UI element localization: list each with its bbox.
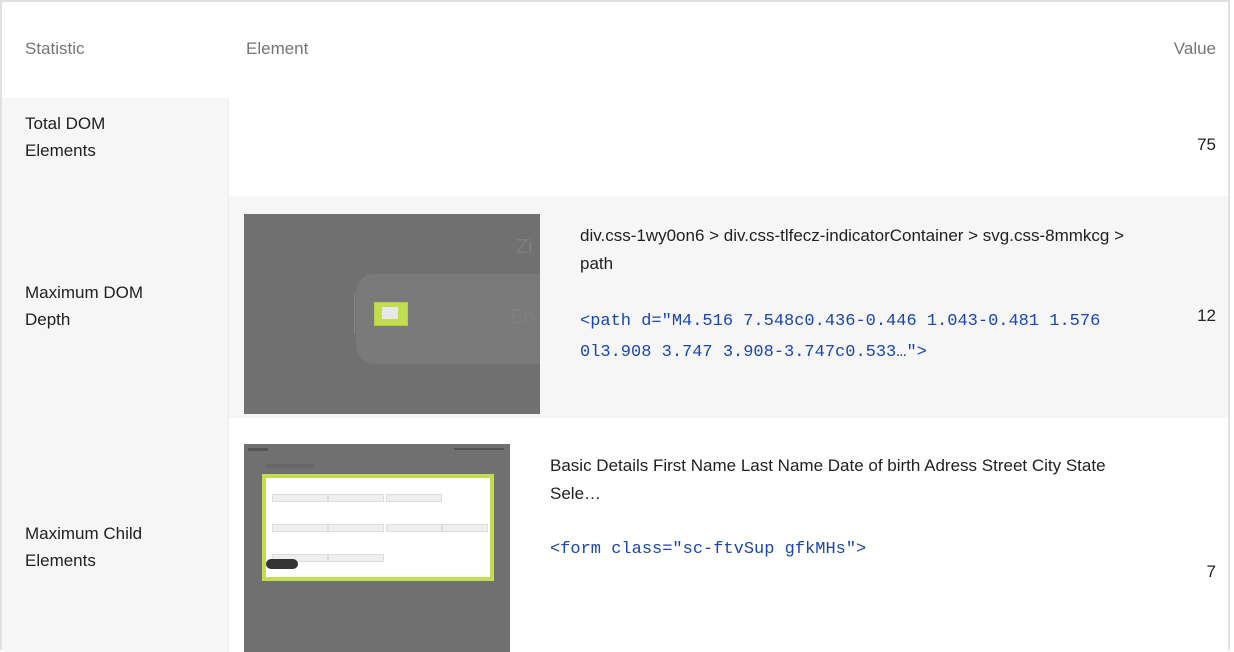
header-element: Element [246, 39, 309, 58]
element-snippet: <form class="sc-ftvSup gfkMHs"> [550, 540, 867, 559]
header-value: Value [1173, 39, 1216, 58]
statistic-value: 12 [1197, 306, 1216, 325]
thumbnail-text: Zi [516, 236, 533, 258]
statistic-label: Maximum Child Elements [25, 524, 143, 570]
statistic-value: 7 [1206, 562, 1216, 581]
statistic-label: Total DOM Elements [25, 114, 106, 160]
table-row-maximum-dom-depth: Maximum DOM Depth Zi En div.css-1wy0on6 … [2, 196, 1228, 418]
thumbnail-text: En [510, 306, 535, 328]
element-selector: div.css-1wy0on6 > div.css-tlfecz-indicat… [580, 226, 1125, 273]
chevron-icon [382, 307, 398, 319]
header-statistic: Statistic [25, 39, 85, 58]
element-screenshot-thumbnail [244, 444, 510, 652]
table-row-maximum-child-elements: Maximum Child Elements Basic Details Fir… [2, 418, 1228, 652]
save-button-preview [266, 559, 298, 569]
element-text: Basic Details First Name Last Name Date … [550, 456, 1106, 503]
statistic-value: 75 [1197, 135, 1216, 154]
table-row-total-dom-elements: Total DOM Elements 75 [2, 98, 1228, 196]
element-snippet: <path d="M4.516 7.548c0.436-0.446 1.043-… [580, 312, 1101, 362]
table-header: Statistic Element Value [2, 2, 1228, 97]
statistic-label: Maximum DOM Depth [25, 283, 144, 329]
element-screenshot-thumbnail: Zi En [244, 214, 540, 414]
